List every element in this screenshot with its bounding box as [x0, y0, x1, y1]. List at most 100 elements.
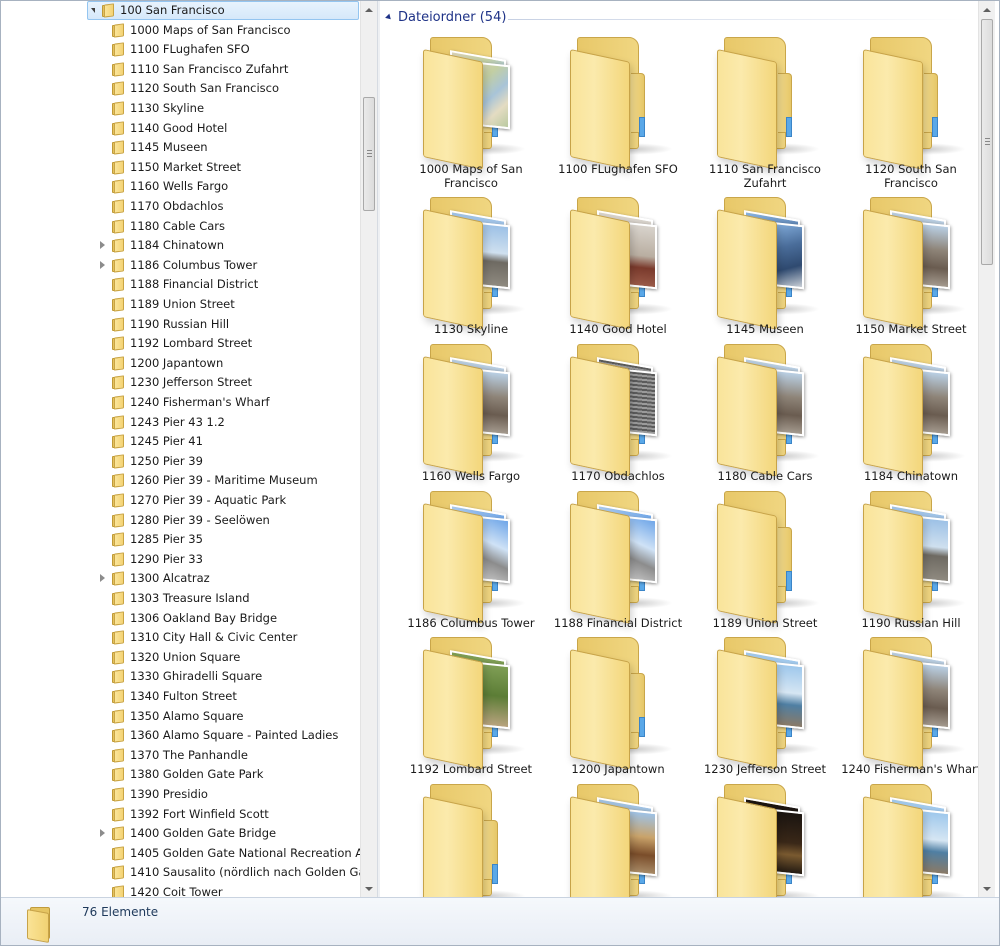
- folder-icon: [111, 454, 125, 469]
- folder-tile[interactable]: 1240 Fisherman's Wharf: [838, 635, 978, 781]
- tree-item[interactable]: 1190 Russian Hill: [1, 315, 360, 334]
- tree-item[interactable]: 1192 Lombard Street: [1, 334, 360, 353]
- expand-arrow-icon[interactable]: [100, 829, 105, 838]
- tree-item[interactable]: 1200 Japantown: [1, 354, 360, 373]
- tree-item[interactable]: 1150 Market Street: [1, 158, 360, 177]
- tree-item[interactable]: 1420 Coit Tower: [1, 883, 360, 897]
- tree-item[interactable]: 1310 City Hall & Civic Center: [1, 628, 360, 647]
- tree-item[interactable]: 1260 Pier 39 - Maritime Museum: [1, 471, 360, 490]
- tree-item-label: 1188 Financial District: [130, 277, 259, 292]
- folder-tile[interactable]: 1140 Good Hotel: [545, 195, 691, 341]
- tree-item[interactable]: 1100 FLughafen SFO: [1, 40, 360, 59]
- collapse-arrow-icon[interactable]: [91, 8, 95, 13]
- tree-item-label: 1270 Pier 39 - Aquatic Park: [130, 493, 287, 507]
- folder-tile[interactable]: [838, 782, 978, 897]
- folder-tile[interactable]: 1184 Chinatown: [838, 342, 978, 488]
- tree-item[interactable]: 1184 Chinatown: [1, 236, 360, 255]
- folder-tile[interactable]: 1192 Lombard Street: [398, 635, 544, 781]
- tree-item-label: 1184 Chinatown: [130, 238, 225, 253]
- folder-tile[interactable]: 1188 Financial District: [545, 489, 691, 635]
- tree-item[interactable]: 1392 Fort Winfield Scott: [1, 805, 360, 824]
- tree-item[interactable]: 1360 Alamo Square - Painted Ladies: [1, 726, 360, 745]
- tree-item[interactable]: 1230 Jefferson Street: [1, 373, 360, 392]
- tree-item[interactable]: 1145 Museen: [1, 138, 360, 157]
- tree-item[interactable]: 1400 Golden Gate Bridge: [1, 824, 360, 843]
- tree-item[interactable]: 1350 Alamo Square: [1, 707, 360, 726]
- tree-item[interactable]: 1290 Pier 33: [1, 550, 360, 569]
- scroll-up-arrow-icon[interactable]: [361, 1, 377, 18]
- tree-item[interactable]: 1110 San Francisco Zufahrt: [1, 60, 360, 79]
- tree-item-label: 1320 Union Square: [130, 649, 241, 664]
- tree-item-label: 1285 Pier 35: [130, 532, 203, 547]
- tree-item-selected[interactable]: 100 San Francisco: [87, 1, 359, 20]
- tree-item[interactable]: 1306 Oakland Bay Bridge: [1, 609, 360, 628]
- tree-item[interactable]: 1120 South San Francisco: [1, 79, 360, 98]
- folder-icon: [111, 179, 125, 195]
- folder-tile[interactable]: 1200 Japantown: [545, 635, 691, 781]
- folder-tile[interactable]: [398, 782, 544, 897]
- folder-tile[interactable]: 1170 Obdachlos: [545, 342, 691, 488]
- scroll-thumb[interactable]: [981, 19, 993, 265]
- scroll-up-arrow-icon[interactable]: [979, 1, 995, 18]
- tree-item[interactable]: 1380 Golden Gate Park: [1, 765, 360, 784]
- scroll-down-arrow-icon[interactable]: [361, 880, 377, 897]
- nav-scrollbar[interactable]: [360, 1, 377, 897]
- tree-item[interactable]: 1285 Pier 35: [1, 530, 360, 549]
- folder-tile[interactable]: [545, 782, 691, 897]
- tree-item[interactable]: 1370 The Panhandle: [1, 746, 360, 765]
- folder-icon: [111, 610, 125, 626]
- folder-icon: [111, 297, 125, 312]
- tree-item[interactable]: 1243 Pier 43 1.2: [1, 413, 360, 432]
- tree-item[interactable]: 1300 Alcatraz: [1, 569, 360, 588]
- scroll-thumb[interactable]: [363, 97, 375, 211]
- content-pane: Dateiordner (54) 1000 Maps of San Franci…: [380, 1, 978, 897]
- folder-icon: [111, 669, 125, 685]
- folder-tile[interactable]: 1100 FLughafen SFO: [545, 35, 691, 181]
- large-folder-icon: [716, 195, 820, 330]
- content-scrollbar[interactable]: [978, 1, 995, 897]
- tree-item[interactable]: 1186 Columbus Tower: [1, 256, 360, 275]
- collapse-group-icon[interactable]: [385, 13, 393, 22]
- folder-tile[interactable]: 1190 Russian Hill: [838, 489, 978, 635]
- tree-item[interactable]: 1340 Fulton Street: [1, 687, 360, 706]
- folder-tile[interactable]: 1150 Market Street: [838, 195, 978, 341]
- tree-item[interactable]: 1270 Pier 39 - Aquatic Park: [1, 491, 360, 510]
- expand-arrow-icon[interactable]: [100, 241, 105, 250]
- tree-item[interactable]: 1170 Obdachlos: [1, 197, 360, 216]
- scroll-down-arrow-icon[interactable]: [979, 880, 995, 897]
- folder-tile[interactable]: 1120 South San Francisco: [838, 35, 978, 190]
- folder-tile[interactable]: 1186 Columbus Tower: [398, 489, 544, 635]
- tree-item[interactable]: 1250 Pier 39: [1, 452, 360, 471]
- folder-tile[interactable]: 1160 Wells Fargo: [398, 342, 544, 488]
- tree-item[interactable]: 1180 Cable Cars: [1, 217, 360, 236]
- folder-tile[interactable]: 1130 Skyline: [398, 195, 544, 341]
- tree-item[interactable]: 1000 Maps of San Francisco: [1, 21, 360, 40]
- tree-item[interactable]: 1320 Union Square: [1, 648, 360, 667]
- folder-tile[interactable]: 1145 Museen: [692, 195, 838, 341]
- tree-item[interactable]: 1160 Wells Fargo: [1, 177, 360, 196]
- tree-item[interactable]: 1240 Fisherman's Wharf: [1, 393, 360, 412]
- folder-tile[interactable]: 1180 Cable Cars: [692, 342, 838, 488]
- tree-item[interactable]: 1188 Financial District: [1, 275, 360, 294]
- tree-item[interactable]: 1280 Pier 39 - Seelöwen: [1, 511, 360, 530]
- tree-item[interactable]: 1245 Pier 41: [1, 432, 360, 451]
- folder-icon: [111, 277, 125, 293]
- tree-item[interactable]: 1330 Ghiradelli Square: [1, 667, 360, 686]
- tree-item[interactable]: 1130 Skyline: [1, 99, 360, 118]
- group-header[interactable]: Dateiordner (54): [380, 9, 978, 27]
- folder-tile[interactable]: 1110 San Francisco Zufahrt: [692, 35, 838, 190]
- folder-tile[interactable]: 1189 Union Street: [692, 489, 838, 635]
- tree-item[interactable]: 1140 Good Hotel: [1, 119, 360, 138]
- folder-tile[interactable]: 1230 Jefferson Street: [692, 635, 838, 781]
- tree-item-label: 1200 Japantown: [130, 355, 224, 370]
- expand-arrow-icon[interactable]: [100, 574, 105, 583]
- expand-arrow-icon[interactable]: [100, 260, 105, 269]
- tree-item[interactable]: 1303 Treasure Island: [1, 589, 360, 608]
- tree-item-label: 1300 Alcatraz: [130, 571, 210, 586]
- tree-item[interactable]: 1189 Union Street: [1, 295, 360, 314]
- folder-tile[interactable]: 1000 Maps of San Francisco: [398, 35, 544, 190]
- tree-item[interactable]: 1390 Presidio: [1, 785, 360, 804]
- folder-tile[interactable]: [692, 782, 838, 897]
- tree-item[interactable]: 1410 Sausalito (nördlich nach Golden Gat…: [1, 863, 377, 882]
- tree-item[interactable]: 1405 Golden Gate National Recreation Are…: [1, 844, 377, 863]
